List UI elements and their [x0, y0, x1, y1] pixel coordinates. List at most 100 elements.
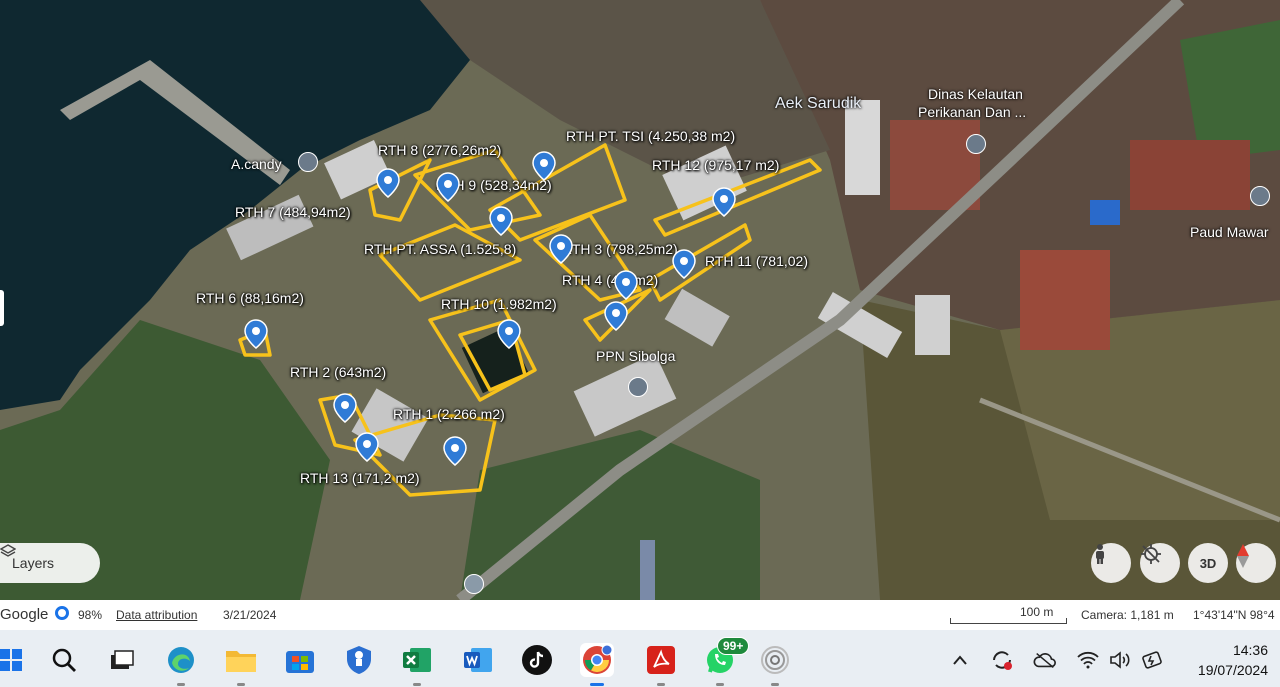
start-button[interactable] — [0, 643, 28, 677]
tiktok-button[interactable] — [520, 643, 554, 677]
chrome-icon — [583, 644, 613, 674]
search-icon — [52, 648, 76, 672]
camera-altitude: Camera: 1,181 m — [1081, 608, 1174, 622]
3d-toggle-button[interactable]: 3D — [1188, 543, 1228, 583]
sync-icon[interactable] — [990, 648, 1014, 672]
running-indicator — [716, 683, 724, 686]
cloud-icon[interactable] — [1033, 648, 1057, 672]
excel-icon — [403, 648, 431, 672]
store-button[interactable] — [283, 643, 317, 677]
map-imagery — [0, 0, 1280, 600]
place-dinas-line2[interactable]: Perikanan Dan ... — [918, 104, 1026, 120]
map-pin-icon[interactable] — [355, 432, 379, 462]
search-button[interactable] — [47, 643, 81, 677]
word-button[interactable] — [461, 643, 495, 677]
map-pin-icon[interactable] — [532, 151, 556, 181]
place-pin-icon[interactable] — [464, 574, 484, 594]
pegman-icon — [1096, 544, 1104, 564]
3d-label: 3D — [1199, 555, 1217, 571]
map-footer: Google 98% Data attribution 3/21/2024 10… — [0, 600, 1280, 630]
map-pin-icon[interactable] — [614, 270, 638, 300]
file-explorer-button[interactable] — [224, 643, 258, 686]
volume-icon[interactable] — [1109, 648, 1133, 672]
wifi-icon[interactable] — [1076, 648, 1100, 672]
museum-icon[interactable] — [298, 152, 318, 172]
coordinates: 1°43'14"N 98°4 — [1193, 608, 1275, 622]
excel-button[interactable] — [400, 643, 434, 686]
map-pin-icon[interactable] — [443, 436, 467, 466]
map-pin-icon[interactable] — [436, 172, 460, 202]
running-indicator — [771, 683, 779, 686]
task-view-icon — [111, 650, 134, 669]
running-indicator — [413, 683, 421, 686]
security-button[interactable] — [342, 643, 376, 677]
app-button[interactable] — [758, 643, 792, 686]
map-pin-icon[interactable] — [497, 319, 521, 349]
rth-6-label: RTH 6 (88,16m2) — [196, 290, 304, 306]
map-pin-icon[interactable] — [333, 393, 357, 423]
map-pin-icon[interactable] — [376, 168, 400, 198]
map-pin-icon[interactable] — [549, 234, 573, 264]
tiktok-icon — [522, 645, 552, 675]
unread-badge: 99+ — [717, 637, 750, 655]
store-icon — [286, 651, 314, 673]
location-off-button[interactable] — [1140, 543, 1180, 583]
map-pin-icon[interactable] — [672, 249, 696, 279]
scale-label: 100 m — [1020, 605, 1054, 619]
running-indicator — [177, 683, 185, 686]
rth-tsi-label: RTH PT. TSI (4.250,38 m2) — [566, 128, 736, 144]
rth-2-label: RTH 2 (643m2) — [290, 364, 387, 380]
clock[interactable]: 14:36 19/07/2024 — [1198, 640, 1268, 680]
rth-3-label: RTH 3 (798,25m2) — [562, 241, 678, 257]
location-off-icon — [1141, 544, 1161, 564]
government-building-icon[interactable] — [628, 377, 648, 397]
battery-charging-icon[interactable] — [1141, 648, 1165, 672]
clock-date: 19/07/2024 — [1197, 662, 1268, 678]
place-paud-mawar[interactable]: Paud Mawar — [1190, 224, 1269, 240]
compass-icon — [1237, 544, 1249, 568]
layers-icon — [0, 544, 16, 557]
chrome-button[interactable] — [580, 643, 614, 686]
map-pin-icon[interactable] — [489, 206, 513, 236]
edge-icon — [168, 647, 194, 673]
place-a-candy[interactable]: A.candy — [231, 156, 282, 172]
rth-12-label: RTH 12 (975,17 m2) — [652, 157, 780, 173]
clock-time: 14:36 — [1232, 642, 1268, 658]
map-pin-icon[interactable] — [604, 301, 628, 331]
rth-7-label: RTH 7 (484,94m2) — [235, 204, 351, 220]
windows-icon — [0, 649, 22, 671]
map-pin-icon[interactable] — [712, 187, 736, 217]
running-indicator — [657, 683, 665, 686]
task-view-button[interactable] — [105, 643, 139, 677]
shield-icon — [347, 646, 371, 674]
edge-button[interactable] — [164, 643, 198, 686]
rth-assa-label: RTH PT. ASSA (1.525,8) — [364, 241, 517, 257]
place-dinas-line1[interactable]: Dinas Kelautan — [928, 86, 1023, 102]
google-logo: Google — [0, 606, 49, 623]
rth-8-label: RTH 8 (2776,26m2) — [378, 142, 502, 158]
running-indicator — [237, 683, 245, 686]
layers-button[interactable]: Layers — [0, 543, 100, 583]
rth-10-label: RTH 10 (1.982m2) — [441, 296, 557, 312]
imagery-date: 3/21/2024 — [223, 608, 277, 622]
whatsapp-button[interactable]: 99+ — [703, 637, 750, 686]
taskbar: 99+ 14:36 19/07/2024 — [0, 630, 1280, 687]
pegman-button[interactable] — [1091, 543, 1131, 583]
pdf-icon — [647, 646, 675, 674]
compass-button[interactable] — [1236, 543, 1276, 583]
chevron-up-icon[interactable] — [948, 648, 972, 672]
data-attribution-link[interactable]: Data attribution — [116, 608, 197, 622]
folder-icon — [226, 651, 256, 672]
school-icon[interactable] — [1250, 186, 1270, 206]
loading-ring-icon — [55, 606, 69, 620]
rth-1-label: RTH 1 (2.266 m2) — [393, 406, 505, 422]
word-icon — [464, 648, 492, 672]
broadcast-icon — [761, 646, 789, 674]
satellite-map[interactable]: RTH 8 (2776,26m2) RTH PT. TSI (4.250,38 … — [0, 0, 1280, 600]
map-pin-icon[interactable] — [244, 319, 268, 349]
place-ppn-sibolga[interactable]: PPN Sibolga — [596, 348, 675, 364]
government-building-icon[interactable] — [966, 134, 986, 154]
acrobat-button[interactable] — [644, 643, 678, 686]
scale-bar — [950, 618, 1067, 624]
side-panel-handle[interactable] — [0, 290, 4, 326]
